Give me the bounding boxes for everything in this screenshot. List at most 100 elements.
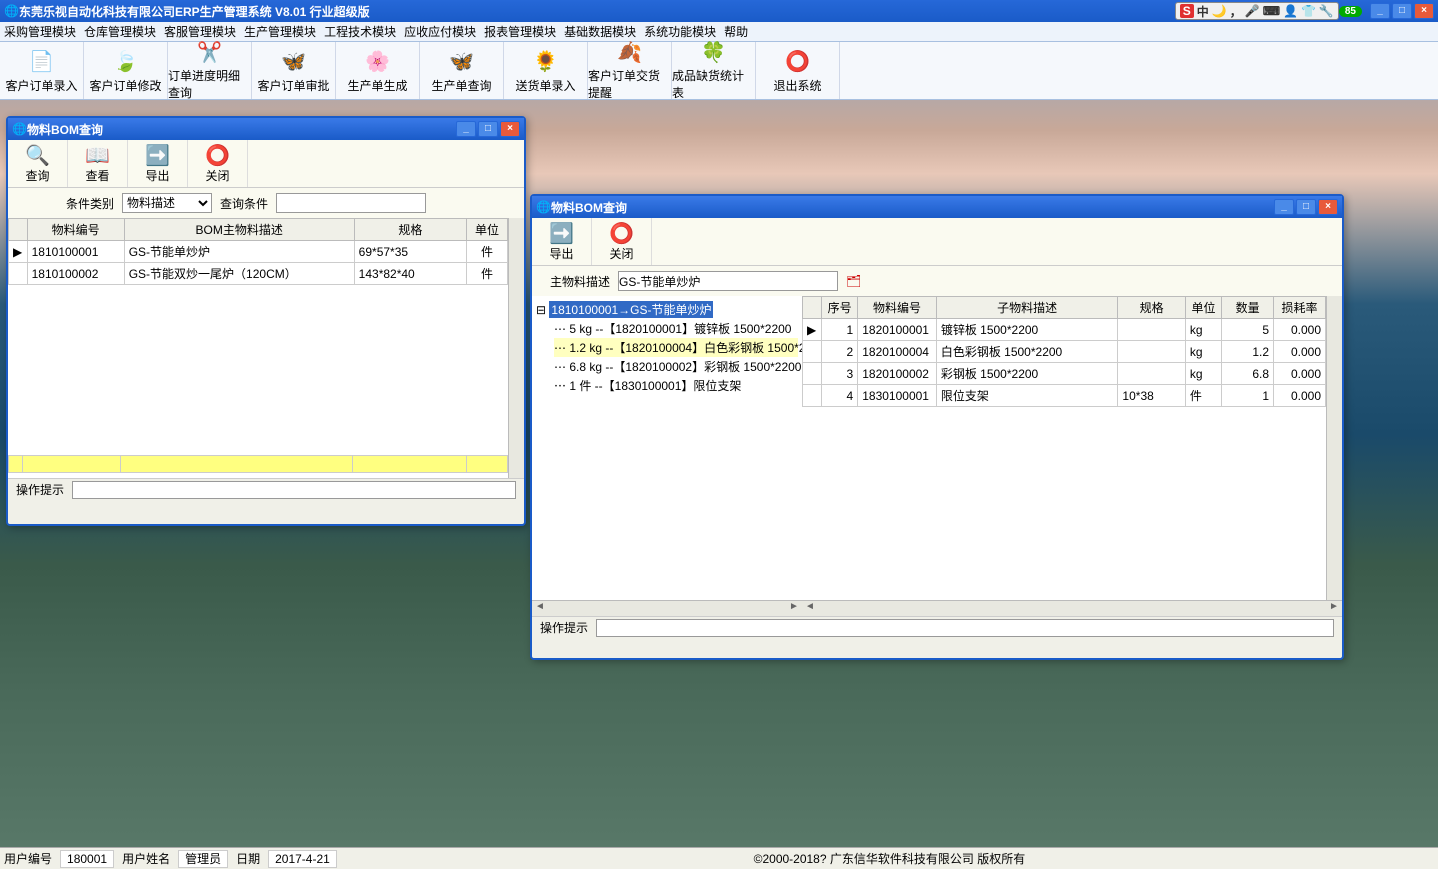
maximize-button[interactable]: □ <box>1392 3 1412 19</box>
window1-vscroll[interactable] <box>508 218 524 478</box>
window2-grid[interactable]: 序号 物料编号 子物料描述 规格 单位 数量 损耗率 ▶11820100001镀… <box>802 296 1342 600</box>
menu-item-3[interactable]: 生产管理模块 <box>240 23 320 40</box>
minimize-button[interactable]: _ <box>1370 3 1390 19</box>
win1-tb-icon-2: ➡️ <box>145 143 170 167</box>
window2-body: ⊟ 1810100001→GS-节能单炒炉 ⋯ 5 kg --【18201000… <box>532 296 1342 616</box>
footer-userid-label: 用户编号 <box>4 850 52 867</box>
footer-copyright: ©2000-2018? 广东信华软件科技有限公司 版权所有 <box>345 850 1434 867</box>
toolbar-button-2[interactable]: ✂️订单进度明细查询 <box>168 42 252 99</box>
filter-cond-input[interactable] <box>276 193 426 213</box>
toolbar-button-9[interactable]: ⭕退出系统 <box>756 42 840 99</box>
ime-toolbar[interactable]: S 中 🌙 ， 🎤 ⌨ 👤 👕 🔧 <box>1175 2 1339 20</box>
col-qty[interactable]: 数量 <box>1222 297 1274 319</box>
win2-tb-1[interactable]: ⭕关闭 <box>592 218 652 265</box>
window2-status-input[interactable] <box>596 619 1334 637</box>
col-child-desc[interactable]: 子物料描述 <box>936 297 1118 319</box>
close-button[interactable]: × <box>1414 3 1434 19</box>
main-toolbar: 📄客户订单录入🍃客户订单修改✂️订单进度明细查询🦋客户订单审批🌸生产单生成🦋生产… <box>0 42 1438 100</box>
window1-status-input[interactable] <box>72 481 516 499</box>
ime-comma-icon: ， <box>1230 3 1242 20</box>
win2-row-1[interactable]: 21820100004白色彩钢板 1500*2200kg1.20.000 <box>803 341 1326 363</box>
menu-item-6[interactable]: 报表管理模块 <box>480 23 560 40</box>
lookup-icon[interactable]: 🗂 <box>846 274 861 288</box>
window1-grid[interactable]: 物料编号 BOM主物料描述 规格 单位 ▶1810100001GS-节能单炒炉6… <box>8 218 524 478</box>
win1-tb-1[interactable]: 📖查看 <box>68 140 128 187</box>
window2-minimize-button[interactable]: _ <box>1274 199 1294 215</box>
toolbar-button-4[interactable]: 🌸生产单生成 <box>336 42 420 99</box>
win1-tb-label-2: 导出 <box>145 167 169 184</box>
toolbar-button-3[interactable]: 🦋客户订单审批 <box>252 42 336 99</box>
win1-tb-3[interactable]: ⭕关闭 <box>188 140 248 187</box>
bom-tree[interactable]: ⊟ 1810100001→GS-节能单炒炉 ⋯ 5 kg --【18201000… <box>532 296 802 600</box>
col-material-code[interactable]: 物料编号 <box>27 219 124 241</box>
menu-item-7[interactable]: 基础数据模块 <box>560 23 640 40</box>
window1-status-label: 操作提示 <box>16 481 64 498</box>
menu-item-9[interactable]: 帮助 <box>720 23 752 40</box>
tree-child-2[interactable]: ⋯ 6.8 kg --【1820100002】彩钢板 1500*2200 <box>554 357 798 376</box>
win1-tb-2[interactable]: ➡️导出 <box>128 140 188 187</box>
win1-tb-label-0: 查询 <box>25 167 49 184</box>
window2-icon: 🌐 <box>536 200 551 214</box>
window2-hscroll[interactable] <box>802 600 1342 616</box>
toolbar-button-0[interactable]: 📄客户订单录入 <box>0 42 84 99</box>
toolbar-button-6[interactable]: 🌻送货单录入 <box>504 42 588 99</box>
filter-type-select[interactable]: 物料描述 <box>122 193 212 213</box>
menu-item-4[interactable]: 工程技术模块 <box>320 23 400 40</box>
toolbar-button-7[interactable]: 🍂客户订单交货提醒 <box>588 42 672 99</box>
tree-root[interactable]: ⊟ 1810100001→GS-节能单炒炉 <box>536 300 798 319</box>
footer-username: 管理员 <box>178 850 228 868</box>
toolbar-button-5[interactable]: 🦋生产单查询 <box>420 42 504 99</box>
win1-tb-icon-3: ⭕ <box>205 143 230 167</box>
toolbar-button-1[interactable]: 🍃客户订单修改 <box>84 42 168 99</box>
toolbar-button-8[interactable]: 🍀成品缺货统计表 <box>672 42 756 99</box>
menu-item-1[interactable]: 仓库管理模块 <box>80 23 160 40</box>
toolbar-label-4: 生产单生成 <box>347 77 407 94</box>
win1-tb-label-1: 查看 <box>85 167 109 184</box>
col-unit[interactable]: 单位 <box>467 219 508 241</box>
win1-tb-0[interactable]: 🔍查询 <box>8 140 68 187</box>
col-spec2[interactable]: 规格 <box>1118 297 1185 319</box>
tree-child-1[interactable]: ⋯ 1.2 kg --【1820100004】白色彩钢板 1500*2200 <box>554 338 798 357</box>
window1-statusbar: 操作提示 <box>8 478 524 500</box>
win2-tb-0[interactable]: ➡️导出 <box>532 218 592 265</box>
toolbar-label-1: 客户订单修改 <box>89 77 161 94</box>
footer-date: 2017-4-21 <box>268 850 337 868</box>
menu-item-2[interactable]: 客服管理模块 <box>160 23 240 40</box>
col-seq[interactable]: 序号 <box>821 297 857 319</box>
col-material-code2[interactable]: 物料编号 <box>858 297 937 319</box>
window1-minimize-button[interactable]: _ <box>456 121 476 137</box>
win1-tb-icon-1: 📖 <box>85 143 110 167</box>
main-material-input[interactable] <box>618 271 838 291</box>
toolbar-icon-0: 📄 <box>28 47 56 75</box>
footer-userid: 180001 <box>60 850 114 868</box>
win1-row-1[interactable]: 1810100002GS-节能双炒一尾炉（120CM）143*82*40件 <box>9 263 508 285</box>
col-spec[interactable]: 规格 <box>354 219 466 241</box>
col-loss[interactable]: 损耗率 <box>1274 297 1326 319</box>
tree-child-0[interactable]: ⋯ 5 kg --【1820100001】镀锌板 1500*2200 <box>554 319 798 338</box>
tree-hscroll[interactable] <box>532 600 802 616</box>
window2-close-button[interactable]: × <box>1318 199 1338 215</box>
window2-vscroll[interactable] <box>1326 296 1342 600</box>
toolbar-label-3: 客户订单审批 <box>257 77 329 94</box>
window2-statusbar: 操作提示 <box>532 616 1342 638</box>
col-unit2[interactable]: 单位 <box>1185 297 1221 319</box>
filter-type-label: 条件类别 <box>66 195 114 212</box>
ime-moon-icon: 🌙 <box>1212 4 1227 18</box>
window1-icon: 🌐 <box>12 122 27 136</box>
tree-child-3[interactable]: ⋯ 1 件 --【1830100001】限位支架 <box>554 376 798 395</box>
menu-item-8[interactable]: 系统功能模块 <box>640 23 720 40</box>
window1-close-button[interactable]: × <box>500 121 520 137</box>
win2-row-0[interactable]: ▶11820100001镀锌板 1500*2200kg50.000 <box>803 319 1326 341</box>
window2-maximize-button[interactable]: □ <box>1296 199 1316 215</box>
ime-mic-icon: 🎤 <box>1245 4 1260 18</box>
filter-cond-label: 查询条件 <box>220 195 268 212</box>
window1-maximize-button[interactable]: □ <box>478 121 498 137</box>
toolbar-icon-5: 🦋 <box>448 47 476 75</box>
menu-item-5[interactable]: 应收应付模块 <box>400 23 480 40</box>
menu-item-0[interactable]: 采购管理模块 <box>0 23 80 40</box>
col-bom-desc[interactable]: BOM主物料描述 <box>124 219 354 241</box>
win2-row-3[interactable]: 41830100001限位支架10*38件10.000 <box>803 385 1326 407</box>
toolbar-label-6: 送货单录入 <box>515 77 575 94</box>
win2-row-2[interactable]: 31820100002彩钢板 1500*2200kg6.80.000 <box>803 363 1326 385</box>
win1-row-0[interactable]: ▶1810100001GS-节能单炒炉69*57*35件 <box>9 241 508 263</box>
